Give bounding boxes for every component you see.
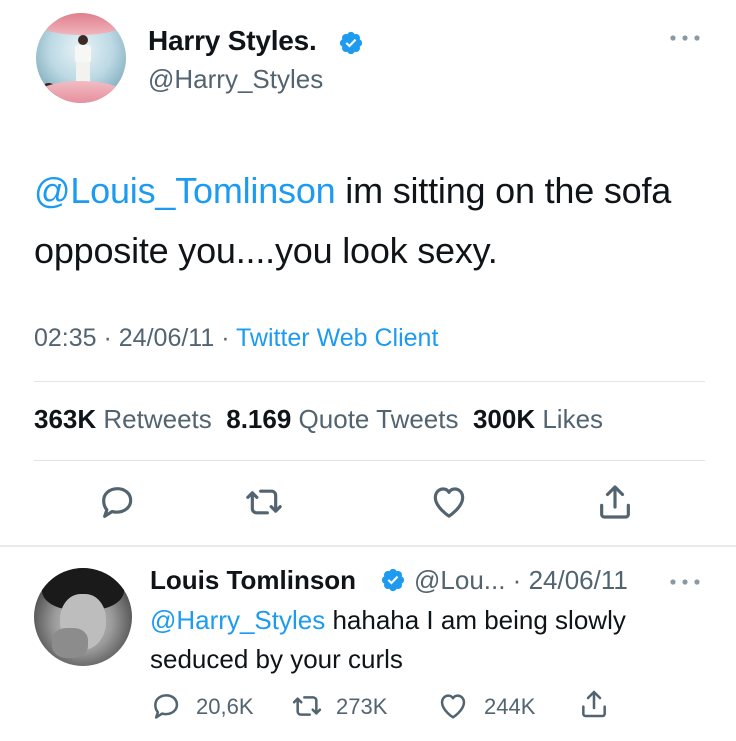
tweet-text: @Louis_Tomlinson im sitting on the sofa …: [34, 161, 714, 281]
reply-author-avatar[interactable]: [34, 568, 132, 666]
meta-separator: ·: [505, 565, 529, 595]
retweets-label: Retweets: [103, 404, 212, 434]
reply-date[interactable]: 24/06/11: [529, 565, 628, 595]
meta-separator: ·: [96, 324, 119, 352]
divider: [34, 381, 705, 382]
reply-retweets-count: 273K: [336, 694, 388, 719]
tweet-date[interactable]: 24/06/11: [119, 324, 214, 352]
like-icon[interactable]: [437, 690, 469, 722]
reply-icon[interactable]: [150, 690, 182, 722]
tweet-client[interactable]: Twitter Web Client: [236, 324, 438, 352]
reply-author-name[interactable]: Louis Tomlinson: [150, 565, 356, 596]
section-divider: [0, 545, 736, 547]
verified-badge-icon: [381, 568, 405, 592]
quotes-label: Quote Tweets: [298, 404, 459, 434]
reply-likes-count: 244K: [484, 694, 536, 719]
author-avatar[interactable]: [36, 13, 126, 103]
share-icon[interactable]: [595, 482, 635, 522]
author-handle[interactable]: @Harry_Styles: [148, 64, 323, 95]
mention-link[interactable]: @Louis_Tomlinson: [34, 170, 336, 211]
retweet-icon[interactable]: [244, 482, 284, 522]
reply-replies-count: 20,6K: [196, 694, 254, 719]
reply-handle-date: @Lou... · 24/06/11: [414, 565, 628, 596]
reply-icon[interactable]: [97, 482, 137, 522]
retweets-stat[interactable]: 363K Retweets: [34, 404, 212, 434]
reply-author-handle[interactable]: @Lou...: [414, 565, 505, 595]
meta-separator: ·: [214, 324, 237, 352]
tweet-meta: 02:35 · 24/06/11 · Twitter Web Client: [34, 324, 438, 353]
share-icon[interactable]: [578, 688, 610, 720]
quotes-stat[interactable]: 8.169 Quote Tweets: [226, 404, 458, 434]
author-name[interactable]: Harry Styles.: [148, 25, 317, 57]
quotes-count: 8.169: [226, 404, 292, 434]
mention-link[interactable]: @Harry_Styles: [150, 605, 325, 635]
tweet-time: 02:35: [34, 324, 97, 352]
more-options-icon[interactable]: [667, 28, 703, 48]
reply-author-name-text: Louis Tomlinson: [150, 565, 357, 595]
reply-text: @Harry_Styles hahaha I am being slowly s…: [150, 601, 710, 679]
retweet-icon[interactable]: [291, 690, 323, 722]
like-icon[interactable]: [429, 482, 469, 522]
likes-stat[interactable]: 300K Likes: [473, 404, 603, 434]
retweets-count: 363K: [34, 404, 97, 434]
divider: [34, 460, 705, 461]
verified-badge-icon: [339, 31, 363, 55]
more-options-icon[interactable]: [667, 572, 703, 592]
likes-label: Likes: [542, 404, 604, 434]
likes-count: 300K: [472, 404, 536, 434]
tweet-stats: 363K Retweets 8.169 Quote Tweets 300K Li…: [34, 404, 603, 435]
